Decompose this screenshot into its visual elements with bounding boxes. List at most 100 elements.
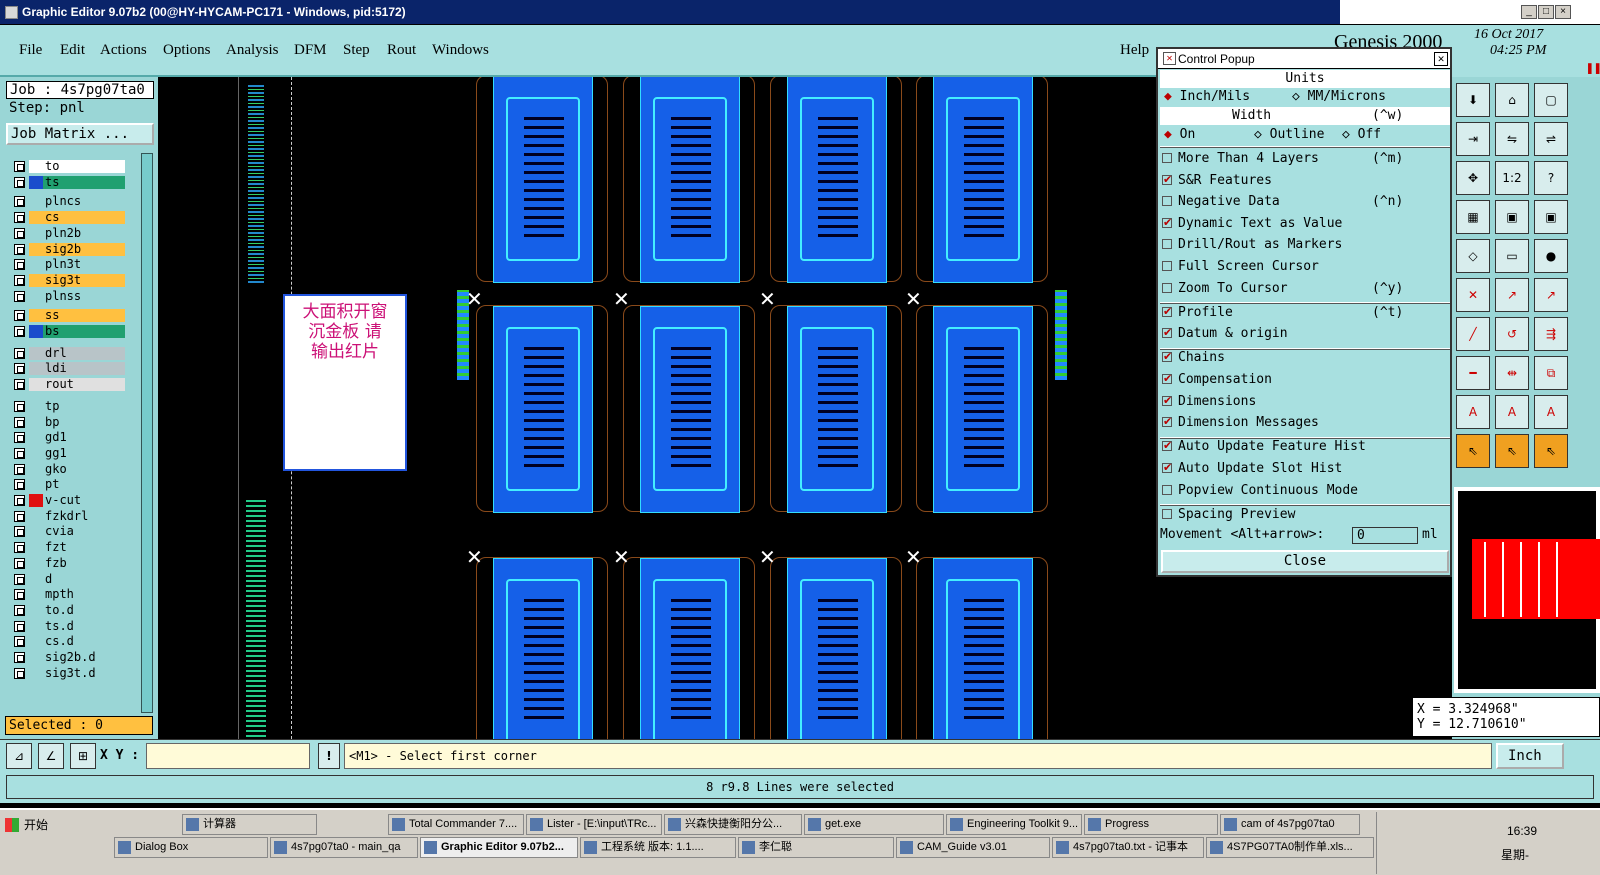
- unit-inch-radio[interactable]: ◆ Inch/Mils: [1164, 88, 1250, 106]
- width-off-radio[interactable]: ◇ Off: [1342, 126, 1381, 144]
- width-on-radio[interactable]: ◆ On: [1164, 126, 1195, 144]
- arrange-icon[interactable]: ⇶: [1534, 317, 1568, 351]
- layer-checkbox[interactable]: [14, 479, 25, 491]
- popup-close-icon[interactable]: ✕: [1434, 52, 1448, 66]
- option-negative-data[interactable]: Negative Data (^n): [1162, 193, 1450, 211]
- layer-color-swatch[interactable]: [29, 651, 43, 664]
- option-zoom-to-cursor[interactable]: Zoom To Cursor (^y): [1162, 280, 1450, 298]
- layer-checkbox[interactable]: [14, 274, 25, 286]
- layer-name[interactable]: fzb: [43, 556, 125, 570]
- option-checkbox[interactable]: [1162, 214, 1172, 232]
- layer-color-swatch[interactable]: [29, 446, 43, 460]
- layer-checkbox[interactable]: [14, 227, 25, 239]
- option-checkbox[interactable]: [1162, 508, 1172, 519]
- layer-red-icon[interactable]: ▣: [1495, 200, 1529, 234]
- overview-map[interactable]: [1454, 487, 1600, 693]
- option-s-r-features[interactable]: S&R Features: [1162, 171, 1450, 190]
- layer-checkbox[interactable]: [14, 526, 25, 538]
- option-spacing-preview[interactable]: Spacing Preview: [1162, 506, 1450, 524]
- layer-checkbox[interactable]: [14, 416, 25, 428]
- layer-color-swatch[interactable]: [29, 160, 43, 173]
- measure-shape-icon[interactable]: ◇: [1456, 239, 1490, 273]
- taskbar-bottom-item[interactable]: 4S7PG07TA0制作单.xls...: [1206, 837, 1374, 858]
- app-icon[interactable]: [5, 6, 18, 19]
- layer-color-swatch[interactable]: [29, 635, 43, 649]
- layer-checkbox[interactable]: [14, 196, 25, 208]
- layer-name[interactable]: drl: [43, 346, 125, 360]
- option-auto-update-slot-hist[interactable]: Auto Update Slot Hist: [1162, 459, 1450, 478]
- option-profile[interactable]: Profile(^t): [1162, 303, 1450, 322]
- layer-checkbox[interactable]: [14, 557, 25, 569]
- taskbar-bottom-item[interactable]: 李仁聪: [738, 837, 894, 858]
- dot-icon[interactable]: ●: [1534, 239, 1568, 273]
- swap-alt-icon[interactable]: ⇌: [1534, 122, 1568, 156]
- layer-color-swatch[interactable]: [29, 619, 43, 633]
- menu-windows[interactable]: Windows: [432, 42, 489, 59]
- layer-name[interactable]: pt: [43, 478, 125, 492]
- rotate-icon[interactable]: ↺: [1495, 317, 1529, 351]
- option-dynamic-text-as-value[interactable]: Dynamic Text as Value: [1162, 214, 1450, 233]
- option-checkbox[interactable]: [1162, 348, 1172, 366]
- text-red-icon[interactable]: A: [1456, 395, 1490, 429]
- popup-close-button[interactable]: Close: [1161, 550, 1449, 573]
- layer-color-swatch[interactable]: [29, 195, 43, 209]
- layer-checkbox[interactable]: [14, 510, 25, 522]
- layer-name[interactable]: pln2b: [43, 226, 125, 240]
- layer-name[interactable]: pln3t: [43, 258, 125, 272]
- option-checkbox[interactable]: [1162, 153, 1172, 163]
- taskbar-top-item[interactable]: Engineering Toolkit 9...: [946, 814, 1082, 835]
- layer-color-swatch[interactable]: [29, 362, 43, 376]
- layer-name[interactable]: plncs: [43, 195, 125, 209]
- layer-checkbox[interactable]: [14, 326, 25, 337]
- cross-icon[interactable]: ✕: [1456, 278, 1490, 312]
- layer-checkbox[interactable]: [14, 432, 25, 444]
- select-alt-icon[interactable]: ⇖: [1495, 434, 1529, 468]
- layer-checkbox[interactable]: [14, 243, 25, 255]
- option-popview-continuous-mode[interactable]: Popview Continuous Mode: [1162, 482, 1450, 500]
- taskbar-top-item[interactable]: Total Commander 7....: [388, 814, 524, 835]
- menu-analysis[interactable]: Analysis: [226, 42, 279, 59]
- layer-checkbox[interactable]: [14, 447, 25, 459]
- menu-actions[interactable]: Actions: [100, 42, 147, 59]
- layer-color-swatch[interactable]: [29, 588, 43, 602]
- maximize-button[interactable]: □: [1538, 5, 1554, 19]
- taskbar-bottom-item[interactable]: Dialog Box: [114, 837, 268, 858]
- option-checkbox[interactable]: [1162, 484, 1172, 495]
- layer-checkbox[interactable]: [14, 259, 25, 271]
- taskbar-bottom-item[interactable]: CAM_Guide v3.01: [896, 837, 1050, 858]
- layer-color-swatch[interactable]: [29, 399, 43, 413]
- layer-checkbox[interactable]: [14, 636, 25, 648]
- option-checkbox[interactable]: [1162, 196, 1172, 207]
- home-icon[interactable]: ⌂: [1495, 83, 1529, 117]
- layer-color-swatch[interactable]: [29, 415, 43, 429]
- layer-color-swatch[interactable]: [29, 325, 43, 338]
- layer-name[interactable]: gd1: [43, 431, 125, 445]
- option-checkbox[interactable]: [1162, 324, 1172, 342]
- layer-name[interactable]: bp: [43, 415, 125, 429]
- layer-checkbox[interactable]: [14, 542, 25, 554]
- option-checkbox[interactable]: [1162, 413, 1172, 431]
- copy-icon[interactable]: ⧉: [1534, 356, 1568, 390]
- option-more-than-4-layers[interactable]: More Than 4 Layers (^m): [1162, 150, 1450, 168]
- window-icon[interactable]: ▢: [1534, 83, 1568, 117]
- minimize-button[interactable]: _: [1521, 5, 1537, 19]
- taskbar-top-item[interactable]: 兴森快捷衡阳分公...: [664, 814, 802, 835]
- vector-icon[interactable]: ↗: [1495, 278, 1529, 312]
- layer-name[interactable]: plnss: [43, 289, 125, 303]
- option-checkbox[interactable]: [1162, 437, 1172, 455]
- layer-checkbox[interactable]: [14, 463, 25, 475]
- layer-name[interactable]: gg1: [43, 446, 125, 460]
- layer-name[interactable]: to: [43, 160, 125, 173]
- layer-name[interactable]: sig2b: [43, 242, 125, 256]
- scale-icon[interactable]: 1:2: [1495, 161, 1529, 195]
- layer-color-swatch[interactable]: [29, 378, 43, 392]
- option-auto-update-feature-hist[interactable]: Auto Update Feature Hist: [1162, 437, 1450, 456]
- layer-color-swatch[interactable]: [29, 525, 43, 539]
- layer-name[interactable]: rout: [43, 378, 125, 392]
- layer-name[interactable]: gko: [43, 462, 125, 476]
- layer-checkbox[interactable]: [14, 400, 25, 412]
- option-checkbox[interactable]: [1162, 303, 1172, 321]
- menu-help[interactable]: Help: [1120, 42, 1149, 59]
- layer-checkbox[interactable]: [14, 310, 25, 322]
- menu-edit[interactable]: Edit: [60, 42, 85, 59]
